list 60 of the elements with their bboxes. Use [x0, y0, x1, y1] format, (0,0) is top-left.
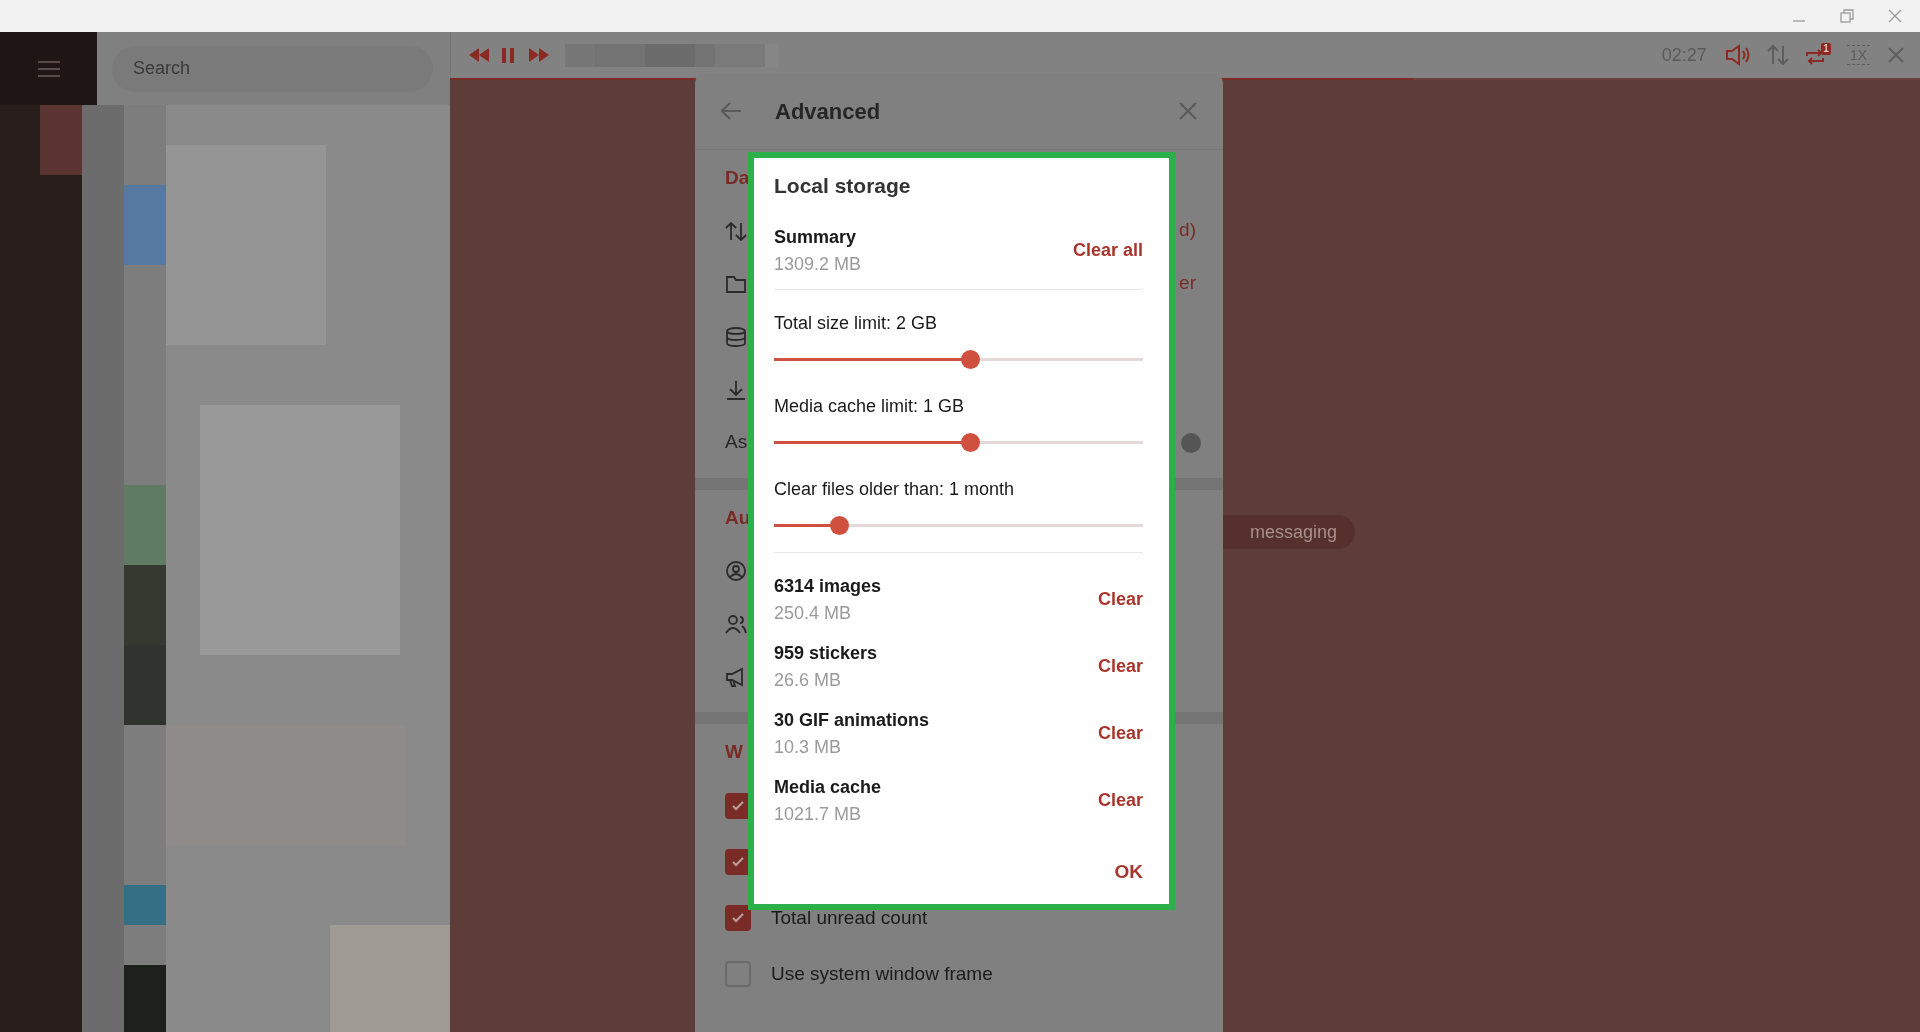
count-badge: 1 [1821, 43, 1831, 55]
row-value: er [1179, 271, 1196, 296]
item-size: 250.4 MB [774, 602, 853, 625]
slider-thumb[interactable] [960, 350, 980, 369]
item-name: 959 stickers [774, 642, 879, 665]
summary-size: 1309.2 MB [774, 253, 863, 276]
checkbox-label: Total unread count [771, 905, 928, 930]
check-icon [731, 855, 745, 869]
item-size: 10.3 MB [774, 736, 843, 759]
slider-label: Media cache limit: 1 GB [774, 395, 966, 418]
item-name: 6314 images [774, 575, 883, 598]
clear-button[interactable]: Clear [1097, 586, 1143, 613]
item-name: 30 GIF animations [774, 709, 931, 732]
restore-icon[interactable] [1840, 9, 1854, 23]
checkbox[interactable] [725, 849, 751, 875]
volume-icon[interactable] [1724, 44, 1751, 66]
slider[interactable] [774, 433, 1143, 452]
summary-label: Summary [774, 226, 858, 249]
slider[interactable] [774, 350, 1143, 369]
toggle-knob[interactable] [1181, 432, 1201, 453]
clear-button[interactable]: Clear [1097, 720, 1143, 747]
close-icon[interactable] [1179, 102, 1197, 120]
row-value: d) [1179, 218, 1196, 243]
menu-icon[interactable] [37, 60, 60, 77]
search-field[interactable]: Search [112, 45, 433, 92]
item-size: 26.6 MB [774, 669, 843, 692]
clear-button[interactable]: Clear [1097, 787, 1143, 814]
up-down-arrows-icon [725, 219, 747, 242]
slider-label: Clear files older than: 1 month [774, 478, 1016, 501]
slider-label: Total size limit: 2 GB [774, 312, 939, 335]
ok-button[interactable]: OK [1114, 857, 1143, 886]
close-icon[interactable] [1888, 9, 1902, 23]
fast-forward-icon[interactable] [529, 48, 549, 62]
download-icon [725, 378, 747, 401]
section-heading: W [725, 740, 743, 764]
repeat-icon[interactable] [1804, 47, 1825, 67]
back-arrow-icon[interactable] [721, 102, 741, 120]
database-icon [725, 325, 747, 348]
user-circle-icon [725, 559, 747, 582]
clear-button[interactable]: Clear [1097, 653, 1143, 680]
close-icon[interactable] [1888, 47, 1904, 63]
checkbox[interactable] [725, 793, 751, 819]
item-size: 1021.7 MB [774, 803, 863, 826]
check-icon [731, 799, 745, 813]
users-icon [725, 612, 747, 635]
slider-thumb[interactable] [830, 516, 850, 535]
rewind-icon[interactable] [469, 48, 489, 62]
checkbox[interactable] [725, 905, 751, 931]
item-name: Media cache [774, 776, 883, 799]
checkbox-label: Use system window frame [771, 961, 993, 986]
section-heading: Da [725, 166, 750, 190]
clear-all-button[interactable]: Clear all [1072, 237, 1143, 264]
slider[interactable] [774, 516, 1143, 535]
panel-title: Advanced [775, 97, 882, 126]
dialog-title: Local storage [774, 173, 912, 199]
check-icon [731, 911, 745, 925]
pause-icon[interactable] [502, 47, 514, 63]
setting-label: As [725, 430, 748, 455]
sort-arrows-icon[interactable] [1766, 44, 1789, 66]
slider-thumb[interactable] [960, 433, 980, 452]
